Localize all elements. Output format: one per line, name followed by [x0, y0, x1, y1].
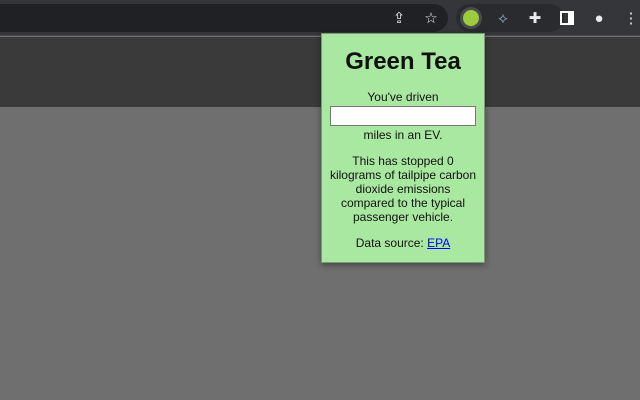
share-icon[interactable]: ⇪: [389, 8, 409, 28]
side-panel-icon[interactable]: [557, 8, 577, 28]
epa-link[interactable]: EPA: [427, 236, 450, 250]
extension-icon[interactable]: ⟡: [493, 8, 513, 28]
profile-icon[interactable]: ●: [589, 8, 609, 28]
menu-icon[interactable]: ⋮: [621, 8, 640, 28]
miles-input[interactable]: [330, 106, 476, 126]
driven-label: You've driven: [367, 90, 439, 104]
miles-label: miles in an EV.: [363, 128, 443, 142]
address-bar[interactable]: [0, 4, 448, 32]
green-tea-extension-icon[interactable]: [461, 8, 481, 28]
browser-toolbar: ⇪ ☆ ⟡ ✚ ● ⋮: [0, 0, 640, 36]
source-label: Data source:: [355, 236, 424, 250]
green-tea-popup: Green Tea You've driven miles in an EV. …: [321, 33, 485, 263]
data-source: Data source: EPA: [322, 236, 484, 250]
page-header: [0, 37, 640, 107]
popup-title: Green Tea: [345, 48, 461, 75]
puzzle-extensions-icon[interactable]: ✚: [525, 8, 545, 28]
bookmark-star-icon[interactable]: ☆: [421, 8, 441, 28]
emissions-summary: This has stopped 0 kilograms of tailpipe…: [329, 154, 477, 224]
